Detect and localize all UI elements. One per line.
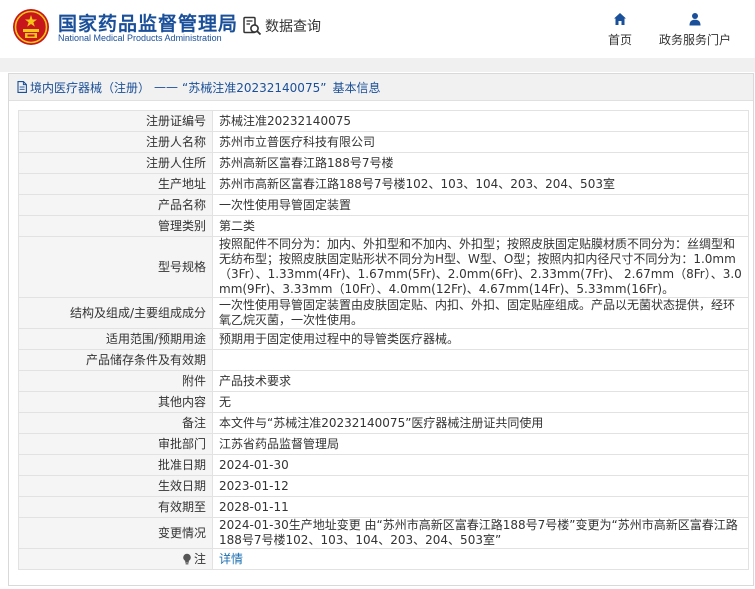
table-row: 生产地址 苏州市高新区富春江路188号7号楼102、103、104、203、20… [18, 173, 749, 195]
row-label: 注册人名称 [18, 131, 213, 153]
breadcrumb-separator: —— [154, 80, 179, 94]
nav-home[interactable]: 首页 [602, 12, 638, 48]
management-class-value: 第二类 [212, 215, 749, 237]
row-label: 生产地址 [18, 173, 213, 195]
registrant-name-value: 苏州市立普医疗科技有限公司 [212, 131, 749, 153]
breadcrumb-category-link[interactable]: 境内医疗器械（注册） [30, 79, 150, 96]
table-row: 附件 产品技术要求 [18, 370, 749, 392]
nav-service-portal-label: 政务服务门户 [658, 33, 731, 47]
table-row: 备注 本文件与“苏械注准20232140075”医疗器械注册证共同使用 [18, 412, 749, 434]
product-name-value: 一次性使用导管固定装置 [212, 194, 749, 216]
storage-validity-value [212, 349, 749, 371]
remarks-value: 本文件与“苏械注准20232140075”医疗器械注册证共同使用 [212, 412, 749, 434]
table-row: 注册人名称 苏州市立普医疗科技有限公司 [18, 131, 749, 153]
change-history-value: 2024-01-30生产地址变更 由“苏州市高新区富春江路188号7号楼”变更为… [212, 517, 749, 549]
row-label: 注 [193, 551, 206, 566]
model-spec-value: 按照配件不同分为：加内、外扣型和不加内、外扣型；按照皮肤固定贴膜材质不同分为：丝… [212, 236, 749, 298]
table-row: 批准日期 2024-01-30 [18, 454, 749, 476]
row-label: 备注 [18, 412, 213, 434]
row-label: 生效日期 [18, 475, 213, 497]
note-value-cell: 详情 [212, 548, 749, 570]
header-divider [0, 58, 755, 72]
national-emblem-logo[interactable] [12, 8, 50, 46]
table-row: 结构及组成/主要组成成分 一次性使用导管固定装置由皮肤固定贴、内扣、外扣、固定贴… [18, 297, 749, 329]
user-icon [689, 13, 701, 26]
detail-panel: 境内医疗器械（注册） —— “苏械注准20232140075” 基本信息 注册证… [8, 73, 754, 586]
table-row: 型号规格 按照配件不同分为：加内、外扣型和不加内、外扣型；按照皮肤固定贴膜材质不… [18, 236, 749, 298]
registration-number-value: 苏械注准20232140075 [212, 110, 749, 132]
nav-home-label: 首页 [607, 33, 632, 47]
table-row: 注册人住所 苏州高新区富春江路188号7号楼 [18, 152, 749, 174]
breadcrumb-item: “苏械注准20232140075” [182, 80, 327, 95]
table-row: 管理类别 第二类 [18, 215, 749, 237]
row-label: 批准日期 [18, 454, 213, 476]
table-row: 审批部门 江苏省药品监督管理局 [18, 433, 749, 455]
data-query-label: 数据查询 [265, 19, 321, 35]
row-label: 产品名称 [18, 194, 213, 216]
data-query-link[interactable]: 数据查询 [242, 15, 321, 37]
data-search-icon [243, 16, 262, 36]
site-subtitle: National Medical Products Administration [58, 33, 222, 43]
breadcrumb-suffix: 基本信息 [332, 80, 381, 95]
home-icon [614, 13, 626, 25]
valid-until-value: 2028-01-11 [212, 496, 749, 518]
row-label: 注册证编号 [18, 110, 213, 132]
row-label: 附件 [18, 370, 213, 392]
document-icon [17, 81, 27, 93]
approval-department-value: 江苏省药品监督管理局 [212, 433, 749, 455]
table-row: 注册证编号 苏械注准20232140075 [18, 110, 749, 132]
effective-date-value: 2023-01-12 [212, 475, 749, 497]
table-row: 注 详情 [18, 548, 749, 570]
details-link[interactable]: 详情 [219, 552, 243, 566]
row-label: 审批部门 [18, 433, 213, 455]
table-row: 生效日期 2023-01-12 [18, 475, 749, 497]
lightbulb-icon [183, 553, 191, 564]
nav-service-portal[interactable]: 政务服务门户 [655, 12, 735, 48]
table-row: 有效期至 2028-01-11 [18, 496, 749, 518]
note-label-cell: 注 [18, 548, 213, 570]
row-label: 变更情况 [18, 517, 213, 549]
row-label: 产品储存条件及有效期 [18, 349, 213, 371]
row-label: 型号规格 [18, 236, 213, 298]
registrant-address-value: 苏州高新区富春江路188号7号楼 [212, 152, 749, 174]
site-title: 国家药品监督管理局 [58, 13, 239, 35]
registration-detail-table: 注册证编号 苏械注准20232140075 注册人名称 苏州市立普医疗科技有限公… [18, 110, 749, 570]
table-row: 其他内容 无 [18, 391, 749, 413]
row-label: 注册人住所 [18, 152, 213, 174]
table-row: 产品储存条件及有效期 [18, 349, 749, 371]
approval-date-value: 2024-01-30 [212, 454, 749, 476]
table-row: 变更情况 2024-01-30生产地址变更 由“苏州市高新区富春江路188号7号… [18, 517, 749, 549]
row-label: 管理类别 [18, 215, 213, 237]
breadcrumb: 境内医疗器械（注册） —— “苏械注准20232140075” 基本信息 [9, 74, 753, 101]
other-content-value: 无 [212, 391, 749, 413]
row-label: 其他内容 [18, 391, 213, 413]
row-label: 有效期至 [18, 496, 213, 518]
site-header: 国家药品监督管理局 National Medical Products Admi… [0, 0, 755, 58]
structure-composition-value: 一次性使用导管固定装置由皮肤固定贴、内扣、外扣、固定贴座组成。产品以无菌状态提供… [212, 297, 749, 329]
row-label: 结构及组成/主要组成成分 [18, 297, 213, 329]
table-row: 适用范围/预期用途 预期用于固定使用过程中的导管类医疗器械。 [18, 328, 749, 350]
row-label: 适用范围/预期用途 [18, 328, 213, 350]
production-address-value: 苏州市高新区富春江路188号7号楼102、103、104、203、204、503… [212, 173, 749, 195]
intended-use-value: 预期用于固定使用过程中的导管类医疗器械。 [212, 328, 749, 350]
table-row: 产品名称 一次性使用导管固定装置 [18, 194, 749, 216]
attachment-value: 产品技术要求 [212, 370, 749, 392]
